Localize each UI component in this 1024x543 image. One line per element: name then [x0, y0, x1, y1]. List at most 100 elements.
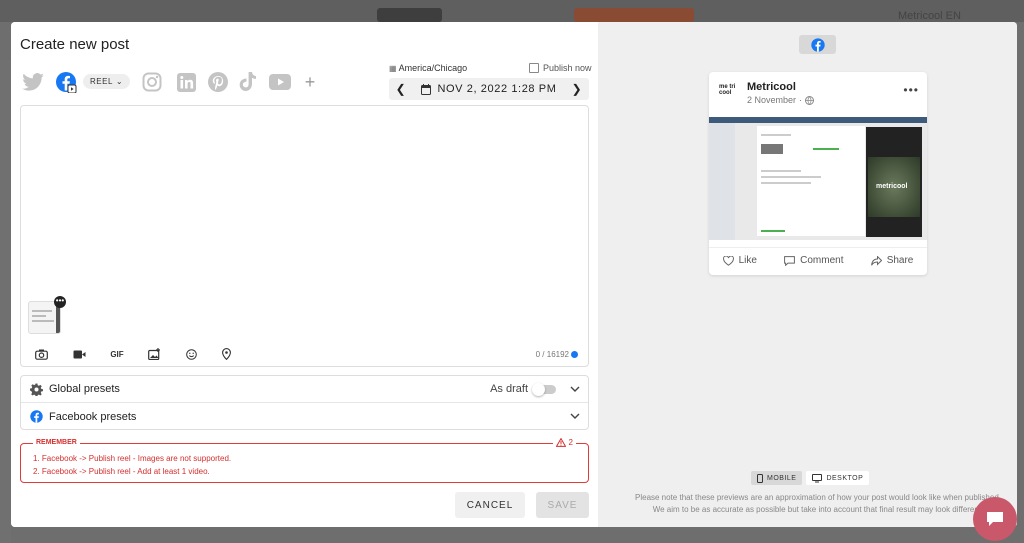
media-topbar — [709, 117, 927, 123]
location-icon[interactable] — [218, 346, 234, 362]
timezone-label: America/Chicago — [398, 63, 468, 73]
post-preview-card: me tri cool Metricool 2 November · ••• m… — [709, 72, 927, 275]
metricool-logo: me tri cool — [719, 84, 736, 96]
desktop-view-button[interactable]: DESKTOP — [806, 471, 870, 485]
chevron-down-icon[interactable] — [562, 384, 588, 395]
post-date: 2 November · — [747, 95, 815, 105]
remember-box: REMEMBER 2 1. Facebook -> Publish reel -… — [20, 438, 589, 483]
video-icon[interactable] — [71, 346, 87, 362]
post-date-label: 2 November — [747, 95, 797, 105]
heart-icon — [722, 255, 734, 266]
desktop-label: DESKTOP — [826, 474, 864, 482]
warning-icon — [555, 438, 566, 447]
preview-network-tab[interactable] — [799, 35, 836, 54]
timezone[interactable]: ▦ America/Chicago — [389, 63, 467, 73]
editor-panel: Create new post REEL ⌄ + ▦ America/Chica… — [11, 22, 598, 527]
media-progress — [761, 230, 785, 232]
gif-icon[interactable]: GIF — [107, 346, 127, 362]
post-media-preview: metricool — [709, 117, 927, 240]
date-picker: ❮ NOV 2, 2022 1:28 PM ❯ — [389, 78, 589, 100]
post-type-dropdown[interactable]: REEL ⌄ — [83, 74, 131, 89]
chat-button[interactable] — [973, 497, 1017, 541]
remember-item: 2. Facebook -> Publish reel - Add at lea… — [33, 466, 210, 476]
facebook-icon[interactable] — [54, 71, 78, 93]
media-sidebar — [709, 123, 735, 240]
facebook-icon — [571, 351, 578, 358]
mobile-view-button[interactable]: MOBILE — [751, 471, 803, 485]
media-main — [757, 126, 865, 236]
global-presets-row[interactable]: Global presets As draft — [21, 376, 588, 403]
presets-panel: Global presets As draft Facebook presets — [20, 375, 589, 430]
draft-switch[interactable] — [532, 382, 556, 396]
post-actions: Like Comment Share — [709, 247, 927, 273]
publish-now[interactable]: Publish now — [529, 63, 592, 73]
chevron-down-icon: ⌄ — [115, 77, 124, 86]
youtube-icon[interactable] — [268, 71, 292, 93]
dot-separator: · — [799, 95, 803, 105]
date-display[interactable]: NOV 2, 2022 1:28 PM — [413, 83, 565, 95]
emoji-icon[interactable] — [183, 346, 199, 362]
facebook-presets-row[interactable]: Facebook presets — [21, 403, 588, 430]
globe-icon — [805, 95, 815, 105]
preview-panel: me tri cool Metricool 2 November · ••• m… — [598, 22, 1017, 527]
account-name: Metricool — [747, 81, 796, 93]
as-draft-toggle[interactable]: As draft — [490, 382, 556, 396]
like-label: Like — [738, 255, 757, 266]
media-line — [761, 176, 821, 178]
comment-label: Comment — [800, 255, 844, 266]
next-date-arrow-icon[interactable]: ❯ — [565, 82, 589, 96]
post-type-label: REEL — [90, 77, 113, 86]
desktop-icon — [812, 473, 823, 482]
publish-now-label: Publish now — [543, 63, 592, 73]
image-edit-icon[interactable] — [146, 346, 162, 362]
remember-count-label: 2 — [568, 438, 573, 447]
mobile-icon — [757, 473, 763, 483]
facebook-icon — [29, 410, 43, 424]
create-post-modal: Create new post REEL ⌄ + ▦ America/Chica… — [11, 22, 1017, 527]
tiktok-icon[interactable] — [237, 71, 259, 93]
thumbnail-more-icon[interactable]: ••• — [54, 296, 66, 308]
mobile-label: MOBILE — [767, 474, 797, 482]
media-phone-preview: metricool — [866, 127, 922, 237]
remember-list: 1. Facebook -> Publish reel - Images are… — [33, 453, 231, 478]
gear-icon — [29, 382, 43, 396]
thumbnail-line — [32, 310, 52, 312]
linkedin-icon[interactable] — [175, 71, 197, 93]
save-button[interactable]: SAVE — [536, 492, 589, 518]
add-network-icon[interactable]: + — [301, 71, 319, 93]
disclaimer-line: Please note that these previews are an a… — [635, 493, 1001, 502]
media-line — [761, 134, 791, 136]
share-action[interactable]: Share — [870, 255, 914, 266]
remember-title: REMEMBER — [33, 439, 80, 446]
prev-date-arrow-icon[interactable]: ❮ — [389, 82, 413, 96]
cancel-button[interactable]: CANCEL — [455, 492, 525, 518]
thumbnail-line — [32, 320, 54, 322]
comment-icon — [784, 255, 796, 266]
calendar-icon — [421, 83, 432, 95]
post-text-editor[interactable]: ••• GIF 0 / 16192 — [20, 105, 589, 367]
chat-icon — [987, 512, 1003, 526]
camera-icon[interactable] — [33, 346, 49, 362]
preview-disclaimer: Please note that these previews are an a… — [618, 492, 1017, 515]
chevron-down-icon[interactable] — [562, 411, 588, 422]
background-topbar — [0, 0, 1024, 22]
date-label: NOV 2, 2022 1:28 PM — [437, 83, 557, 95]
media-line — [761, 170, 801, 172]
background-user-label: Metricool EN — [898, 10, 961, 22]
comment-action[interactable]: Comment — [784, 255, 844, 266]
globe-icon: ▦ — [389, 63, 397, 73]
publish-now-checkbox[interactable] — [529, 63, 539, 73]
pinterest-icon[interactable] — [207, 71, 229, 93]
media-thumb — [761, 144, 783, 154]
more-options-icon[interactable]: ••• — [903, 83, 919, 97]
instagram-icon[interactable] — [141, 71, 163, 93]
disclaimer-line: We aim to be as accurate as possible but… — [652, 504, 984, 514]
counter-label: 0 / 16192 — [535, 350, 569, 359]
share-label: Share — [886, 255, 914, 266]
twitter-icon[interactable] — [21, 71, 45, 93]
gif-label: GIF — [110, 349, 124, 359]
character-counter: 0 / 16192 — [536, 350, 578, 359]
like-action[interactable]: Like — [722, 255, 757, 266]
facebook-presets-label: Facebook presets — [49, 410, 137, 423]
facebook-icon — [810, 37, 825, 52]
